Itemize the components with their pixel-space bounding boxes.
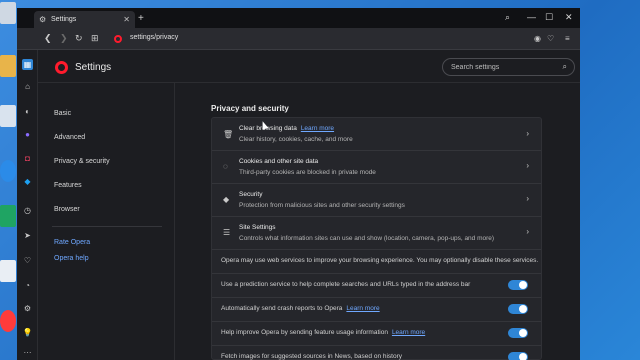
- tabs-grid-icon[interactable]: ⊞: [91, 33, 99, 44]
- learn-more-link[interactable]: Learn more: [301, 125, 334, 132]
- row-desc: Third-party cookies are blocked in priva…: [239, 169, 376, 176]
- divider: [212, 297, 541, 298]
- nav-item-features[interactable]: Features: [54, 182, 82, 189]
- nav-item-privacy-security[interactable]: Privacy & security: [54, 158, 110, 165]
- desktop-icon[interactable]: [0, 160, 16, 182]
- privacy-card: 🗑 Clear browsing data Learn more Clear hi…: [211, 117, 542, 360]
- close-window-button[interactable]: ✕: [565, 12, 573, 23]
- row-desc: Clear history, cookies, cache, and more: [239, 136, 353, 143]
- toggle-label: Fetch images for suggested sources in Ne…: [221, 353, 403, 360]
- twitter-icon[interactable]: ◆: [22, 176, 33, 187]
- divider: [212, 273, 541, 274]
- search-box[interactable]: ⌕: [442, 58, 575, 76]
- security-row[interactable]: ◆ Security Protection from malicious sit…: [212, 184, 541, 216]
- row-desc: Controls what information sites can use …: [239, 235, 495, 242]
- shield-icon: ◆: [223, 195, 230, 204]
- desktop-icon[interactable]: [0, 2, 16, 24]
- favorites-icon[interactable]: ♡: [22, 255, 33, 266]
- opera-page-icon: [114, 35, 122, 43]
- prediction-service-toggle[interactable]: [508, 280, 528, 290]
- gear-icon: ⚙: [39, 14, 47, 24]
- address-bar: ❮ ❯ ↻ ⊞ settings/privacy ◉ ♡ ≡: [17, 28, 580, 50]
- clock-icon[interactable]: ◔: [22, 280, 33, 291]
- site-settings-row[interactable]: ☰ Site Settings Controls what informatio…: [212, 217, 541, 249]
- maximize-button[interactable]: ☐: [545, 12, 553, 23]
- web-services-note: Opera may use web services to improve yo…: [221, 257, 539, 264]
- row-title: Cookies and other site data: [239, 158, 319, 165]
- opera-logo-icon: [55, 61, 68, 74]
- cookies-row[interactable]: ◌ Cookies and other site data Third-part…: [212, 151, 541, 183]
- toggle-label: Automatically send crash reports to Oper…: [221, 305, 380, 312]
- search-input[interactable]: [451, 62, 551, 73]
- opera-sidebar: ▦ ⌂ ◐ ● ◘ ◆ ◷ ➤ ♡ ◔ ⚙ 💡 ···: [17, 50, 38, 360]
- chevron-right-icon: ›: [526, 129, 529, 138]
- settings-main: Privacy and security 🗑 Clear browsing da…: [175, 83, 580, 360]
- tab-search-icon[interactable]: ⌕: [505, 12, 510, 23]
- settings-header: Settings ⌕: [38, 50, 580, 83]
- menu-icon[interactable]: ≡: [565, 34, 570, 43]
- heart-icon[interactable]: ♡: [547, 34, 554, 43]
- sliders-icon: ☰: [223, 228, 231, 237]
- row-title: Clear browsing data Learn more: [239, 125, 335, 132]
- url-text[interactable]: settings/privacy: [130, 34, 178, 41]
- divider: [212, 321, 541, 322]
- tab-settings[interactable]: ⚙ Settings ✕: [34, 11, 135, 28]
- desktop-icon[interactable]: [0, 205, 16, 227]
- toggle-label: Help improve Opera by sending feature us…: [221, 329, 426, 336]
- desktop-icon[interactable]: [0, 55, 16, 77]
- trash-icon: 🗑: [223, 130, 234, 139]
- close-tab-icon[interactable]: ✕: [123, 15, 130, 24]
- nav-divider: [52, 226, 162, 227]
- section-title: Privacy and security: [211, 104, 289, 113]
- tab-title: Settings: [51, 16, 77, 23]
- aria-icon[interactable]: ◐: [22, 106, 33, 117]
- home-icon[interactable]: ⌂: [22, 81, 33, 92]
- settings-gear-icon[interactable]: ⚙: [22, 303, 33, 314]
- feature-usage-toggle[interactable]: [508, 328, 528, 338]
- opera-help-link[interactable]: Opera help: [54, 255, 89, 262]
- nav-item-basic[interactable]: Basic: [54, 110, 71, 117]
- learn-more-link[interactable]: Learn more: [346, 305, 379, 312]
- divider: [212, 249, 541, 250]
- messenger-icon[interactable]: ●: [22, 129, 33, 140]
- desktop-icon[interactable]: [0, 310, 16, 332]
- more-icon[interactable]: ···: [22, 347, 33, 358]
- reload-icon[interactable]: ↻: [75, 33, 83, 44]
- desktop-icon[interactable]: [0, 105, 16, 127]
- divider: [212, 345, 541, 346]
- instagram-icon[interactable]: ◘: [22, 153, 33, 164]
- chevron-right-icon: ›: [526, 194, 529, 203]
- lightbulb-icon[interactable]: 💡: [22, 327, 33, 338]
- back-icon[interactable]: ❮: [44, 33, 52, 44]
- settings-nav: Basic Advanced Privacy & security Featur…: [38, 83, 175, 360]
- row-title: Security: [239, 191, 263, 198]
- search-icon: ⌕: [562, 62, 567, 71]
- tab-bar: ⚙ Settings ✕ + ⌕ — ☐ ✕: [17, 8, 580, 28]
- learn-more-link[interactable]: Learn more: [392, 329, 425, 336]
- cookie-icon: ◌: [223, 162, 228, 171]
- minimize-button[interactable]: —: [527, 12, 536, 22]
- row-desc: Protection from malicious sites and othe…: [239, 202, 405, 209]
- nav-item-advanced[interactable]: Advanced: [54, 134, 85, 141]
- row-title: Site Settings: [239, 224, 276, 231]
- page-title: Settings: [75, 62, 112, 73]
- crash-reports-toggle[interactable]: [508, 304, 528, 314]
- browser-window: ⚙ Settings ✕ + ⌕ — ☐ ✕ ❮ ❯ ↻ ⊞ settings/…: [17, 8, 580, 360]
- chevron-right-icon: ›: [526, 161, 529, 170]
- nav-item-browser[interactable]: Browser: [54, 206, 80, 213]
- new-tab-button[interactable]: +: [138, 13, 144, 24]
- speed-dial-icon[interactable]: ▦: [22, 59, 33, 70]
- rate-opera-link[interactable]: Rate Opera: [54, 239, 90, 246]
- toggle-label: Use a prediction service to help complet…: [221, 281, 471, 288]
- forward-icon[interactable]: ❯: [60, 33, 68, 44]
- desktop-icon[interactable]: [0, 260, 16, 282]
- news-images-toggle[interactable]: [508, 352, 528, 360]
- send-icon[interactable]: ➤: [22, 230, 33, 241]
- camera-icon[interactable]: ◉: [534, 34, 541, 43]
- chevron-right-icon: ›: [526, 227, 529, 236]
- history-icon[interactable]: ◷: [22, 205, 33, 216]
